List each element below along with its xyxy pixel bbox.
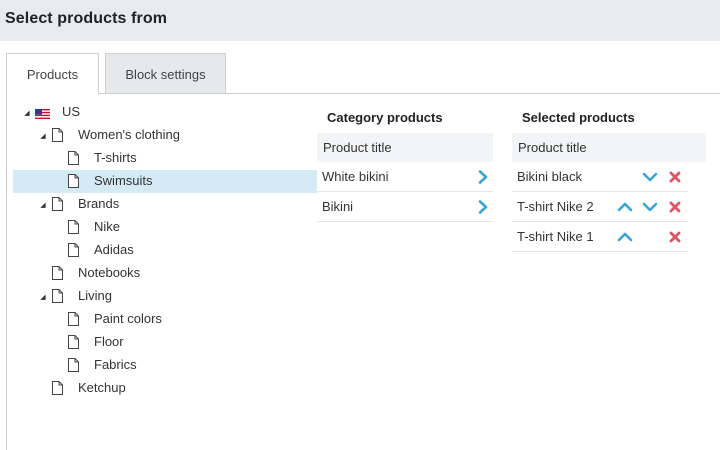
document-icon	[68, 335, 79, 349]
remove-icon[interactable]	[667, 199, 683, 215]
tree-node-label: Brands	[78, 196, 120, 211]
document-icon	[52, 289, 63, 303]
tree-node-label: Notebooks	[78, 265, 141, 280]
list-item: Bikini	[317, 192, 493, 222]
tree-node-ketchup[interactable]: Ketchup	[13, 377, 317, 400]
tree-node-adidas[interactable]: Adidas	[13, 239, 317, 262]
product-title: T-shirt Nike 2	[517, 199, 594, 214]
category-tree: ◢ US ◢ Women's clothing T-shirts Swimsui…	[13, 101, 317, 400]
tree-node-t-shirts[interactable]: T-shirts	[13, 147, 317, 170]
tab-bar: Products Block settings	[0, 41, 720, 95]
tree-node-label: Adidas	[94, 242, 134, 257]
page-header: Select products from	[0, 0, 720, 41]
tree-node-label: Women's clothing	[78, 127, 180, 142]
tree-node-label: Floor	[94, 334, 124, 349]
product-title: Bikini	[322, 199, 354, 214]
list-item: White bikini	[317, 162, 493, 192]
tree-node-brands[interactable]: ◢ Brands	[13, 193, 317, 216]
document-icon	[68, 151, 79, 165]
tree-node-label: Nike	[94, 219, 121, 234]
document-icon	[52, 197, 63, 211]
tree-node-label: Ketchup	[78, 380, 126, 395]
selected-products-list: Selected products Product title Bikini b…	[512, 101, 706, 252]
selected-products-title: Selected products	[522, 109, 635, 125]
list-item: Bikini black	[512, 162, 688, 192]
tree-node-label: US	[62, 104, 81, 119]
tree-node-living[interactable]: ◢ Living	[13, 285, 317, 308]
tree-node-notebooks[interactable]: Notebooks	[13, 262, 317, 285]
move-up-icon[interactable]	[617, 199, 633, 215]
document-icon	[68, 358, 79, 372]
move-up-icon[interactable]	[617, 229, 633, 245]
tree-node-floor[interactable]: Floor	[13, 331, 317, 354]
tree-node-paint-colors[interactable]: Paint colors	[13, 308, 317, 331]
collapse-toggle-icon[interactable]: ◢	[38, 292, 48, 302]
move-down-icon[interactable]	[642, 199, 658, 215]
tab-block-settings[interactable]: Block settings	[105, 53, 226, 94]
page-title: Select products from	[5, 10, 168, 27]
tree-node-label: Paint colors	[94, 311, 162, 326]
tree-node-us[interactable]: ◢ US	[13, 101, 317, 124]
tree-node-label: Living	[78, 288, 112, 303]
column-header: Product title	[512, 133, 706, 162]
add-arrow-icon[interactable]	[475, 169, 491, 185]
tree-node-label: Swimsuits	[94, 173, 153, 188]
remove-icon[interactable]	[667, 229, 683, 245]
category-products-list: Category products Product title White bi…	[317, 101, 493, 222]
collapse-toggle-icon[interactable]: ◢	[38, 131, 48, 141]
document-icon	[52, 381, 63, 395]
tree-node-label: Fabrics	[94, 357, 137, 372]
category-products-title: Category products	[327, 109, 443, 125]
document-icon	[68, 243, 79, 257]
collapse-toggle-icon[interactable]: ◢	[38, 200, 48, 210]
remove-icon[interactable]	[667, 169, 683, 185]
list-item: T-shirt Nike 1	[512, 222, 688, 252]
move-down-icon[interactable]	[642, 169, 658, 185]
column-header: Product title	[317, 133, 493, 162]
us-flag-icon	[35, 107, 50, 119]
product-title: White bikini	[322, 169, 389, 184]
document-icon	[68, 220, 79, 234]
document-icon	[68, 312, 79, 326]
product-title: T-shirt Nike 1	[517, 229, 594, 244]
tree-node-womens-clothing[interactable]: ◢ Women's clothing	[13, 124, 317, 147]
collapse-toggle-icon[interactable]: ◢	[22, 108, 32, 118]
product-title: Bikini black	[517, 169, 583, 184]
tree-node-swimsuits[interactable]: Swimsuits	[13, 170, 317, 193]
document-icon	[52, 128, 63, 142]
list-item: T-shirt Nike 2	[512, 192, 688, 222]
tree-node-label: T-shirts	[94, 150, 137, 165]
document-icon	[68, 174, 79, 188]
tab-products[interactable]: Products	[6, 53, 99, 95]
add-arrow-icon[interactable]	[475, 199, 491, 215]
document-icon	[52, 266, 63, 280]
tree-node-nike[interactable]: Nike	[13, 216, 317, 239]
tree-node-fabrics[interactable]: Fabrics	[13, 354, 317, 377]
